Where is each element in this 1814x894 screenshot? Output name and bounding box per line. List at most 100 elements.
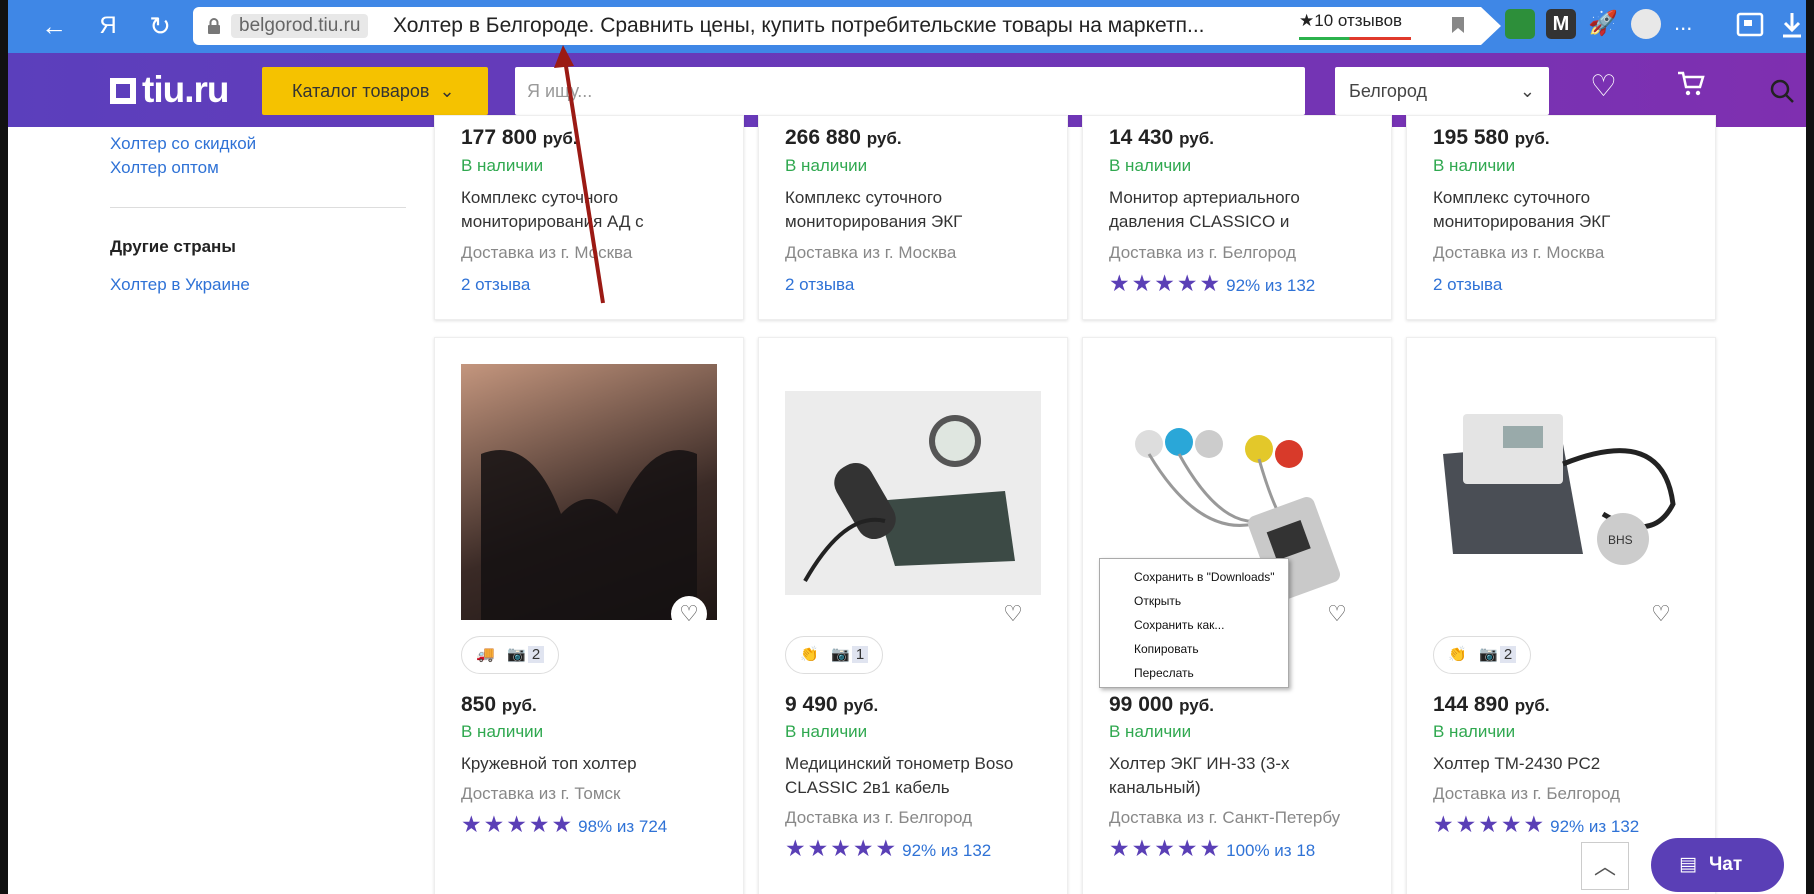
stock-status: В наличии xyxy=(1109,722,1192,741)
delivery-info: Доставка из г. Санкт-Петербу xyxy=(1109,808,1341,827)
photo-count: 1 xyxy=(851,646,869,663)
product-card[interactable]: 266 880 руб. В наличии Комплекс суточног… xyxy=(758,115,1068,320)
stock-status: В наличии xyxy=(785,156,868,175)
svg-text:BHS: BHS xyxy=(1608,533,1633,547)
clap-icon: 👏 xyxy=(800,646,819,663)
product-price: 195 580 руб. xyxy=(1433,126,1550,149)
stock-status: В наличии xyxy=(1433,156,1516,175)
rating-stars: ★★★★★ 98% из 724 xyxy=(461,811,667,838)
product-name[interactable]: Холтер ТМ-2430 PC2 xyxy=(1433,752,1673,776)
add-to-favorites-icon[interactable]: ♡ xyxy=(1319,596,1355,632)
add-to-favorites-icon[interactable]: ♡ xyxy=(995,596,1031,632)
stock-status: В наличии xyxy=(785,722,868,741)
rating-stars: ★★★★★ 92% из 132 xyxy=(1109,270,1315,297)
lace-top-image xyxy=(481,450,697,620)
product-card[interactable]: ♡ 🚚 📷 2 850 руб. В наличии Кружевной топ … xyxy=(434,337,744,894)
rating-link[interactable]: 100% из 18 xyxy=(1226,841,1315,860)
photo-count: 2 xyxy=(527,646,545,663)
product-name[interactable]: Кружевной топ холтер xyxy=(461,752,701,776)
star-icons: ★★★★★ xyxy=(1109,270,1223,296)
product-price: 14 430 руб. xyxy=(1109,126,1214,149)
holter-bp-image: BHS xyxy=(1443,414,1676,565)
sidebar-toggle-icon[interactable] xyxy=(1736,11,1764,39)
annotation-arrow-icon xyxy=(554,45,605,304)
add-to-favorites-icon[interactable]: ♡ xyxy=(671,596,707,632)
product-price: 9 490 руб. xyxy=(785,693,879,716)
search-icon[interactable] xyxy=(1769,78,1795,104)
rating-stars: ★★★★★ 92% из 132 xyxy=(785,835,991,862)
delivery-info: Доставка из г. Томск xyxy=(461,784,621,803)
delivery-info: Доставка из г. Белгород xyxy=(1109,243,1297,262)
delivery-info: Доставка из г. Москва xyxy=(1433,243,1605,262)
delivery-info: Доставка из г. Белгород xyxy=(785,808,973,827)
product-badges: 🚚 📷 2 xyxy=(461,636,560,674)
product-price: 99 000 руб. xyxy=(1109,693,1214,716)
bookmark-icon[interactable] xyxy=(1451,16,1465,34)
add-to-favorites-icon[interactable]: ♡ xyxy=(1643,596,1679,632)
stock-status: В наличии xyxy=(461,722,544,741)
more-extensions-icon[interactable]: ... xyxy=(1674,10,1692,36)
stock-status: В наличии xyxy=(1109,156,1192,175)
delivery-info: Доставка из г. Белгород xyxy=(1433,784,1621,803)
product-image[interactable]: BHS xyxy=(1433,364,1689,620)
product-price: 266 880 руб. xyxy=(785,126,902,149)
rating-link[interactable]: 92% из 132 xyxy=(1226,276,1315,295)
delivery-truck-icon: 🚚 xyxy=(476,646,495,663)
product-card[interactable]: 14 430 руб. В наличии Монитор артериальн… xyxy=(1082,115,1392,320)
product-price: 850 руб. xyxy=(461,693,537,716)
product-badges: 👏 📷 2 xyxy=(1433,636,1532,674)
product-image[interactable] xyxy=(461,364,717,620)
product-name[interactable]: Монитор артериального давления CLASSICO … xyxy=(1109,186,1349,234)
menu-item-save-downloads[interactable]: Сохранить в "Downloads" xyxy=(1100,565,1288,589)
favorites-icon[interactable]: ♡ xyxy=(1590,69,1617,104)
product-image[interactable] xyxy=(785,391,1041,595)
chevron-down-icon: ⌄ xyxy=(1519,81,1535,101)
tonometer-image xyxy=(803,415,1015,582)
rating-link[interactable]: 92% из 132 xyxy=(1550,817,1639,836)
cart-icon[interactable] xyxy=(1676,69,1706,99)
rating-stars: ★★★★★ 100% из 18 xyxy=(1109,835,1315,862)
city-select[interactable]: Белгород ⌄ xyxy=(1335,67,1549,115)
site-reviews-badge[interactable]: ★10 отзывов xyxy=(1299,11,1402,31)
chat-icon: ▤ xyxy=(1679,854,1697,875)
reviews-link[interactable]: 2 отзыва xyxy=(1433,275,1502,295)
camera-icon: 📷 xyxy=(1479,646,1498,663)
scroll-top-button[interactable]: ︿ xyxy=(1581,842,1629,890)
downloads-icon[interactable] xyxy=(1781,11,1803,39)
product-price: 144 890 руб. xyxy=(1433,693,1550,716)
clap-icon: 👏 xyxy=(1448,646,1467,663)
stock-status: В наличии xyxy=(1433,722,1516,741)
rating-link[interactable]: 92% из 132 xyxy=(902,841,991,860)
product-badges: 👏 📷 1 xyxy=(785,636,884,674)
extension-gmail-icon[interactable]: M xyxy=(1546,9,1576,39)
product-card[interactable]: BHS ♡ 👏 📷 2 144 890 руб. В наличии Холтер… xyxy=(1406,337,1716,894)
extension-rocket-icon[interactable]: 🚀 xyxy=(1588,9,1618,39)
product-name[interactable]: Комплекс суточного мониторирования ЭКГ xyxy=(1433,186,1673,234)
menu-item-open[interactable]: Открыть xyxy=(1100,589,1288,613)
product-name[interactable]: Комплекс суточного мониторирования ЭКГ xyxy=(785,186,1025,234)
chat-label: Чат xyxy=(1708,854,1743,875)
rating-link[interactable]: 98% из 724 xyxy=(578,817,667,836)
product-name[interactable]: Медицинский тонометр Boso CLASSIC 2в1 ка… xyxy=(785,752,1025,800)
star-icons: ★★★★★ xyxy=(1109,835,1223,861)
delivery-info: Доставка из г. Москва xyxy=(785,243,957,262)
camera-icon: 📷 xyxy=(831,646,850,663)
reviews-rating-bar xyxy=(1299,37,1411,40)
image-context-menu: Сохранить в "Downloads" Открыть Сохранит… xyxy=(1099,558,1289,688)
camera-icon: 📷 xyxy=(507,646,526,663)
extension-globe-icon[interactable] xyxy=(1631,9,1661,39)
menu-item-save-as[interactable]: Сохранить как... xyxy=(1100,613,1288,637)
product-card[interactable]: ♡ 👏 📷 1 9 490 руб. В наличии Медицинский … xyxy=(758,337,1068,894)
extension-download-icon[interactable] xyxy=(1505,9,1535,39)
product-card[interactable]: 195 580 руб. В наличии Комплекс суточног… xyxy=(1406,115,1716,320)
reviews-link[interactable]: 2 отзыва xyxy=(785,275,854,295)
rating-stars: ★★★★★ 92% из 132 xyxy=(1433,811,1639,838)
city-label: Белгород xyxy=(1349,81,1428,101)
photo-count: 2 xyxy=(1499,646,1517,663)
star-icons: ★★★★★ xyxy=(785,835,899,861)
menu-item-share[interactable]: Переслать xyxy=(1100,661,1288,685)
chat-button[interactable]: ▤ Чат xyxy=(1651,838,1784,892)
menu-item-copy[interactable]: Копировать xyxy=(1100,637,1288,661)
star-icons: ★★★★★ xyxy=(1433,811,1547,837)
product-name[interactable]: Холтер ЭКГ ИН-33 (3-х канальный) xyxy=(1109,752,1349,800)
